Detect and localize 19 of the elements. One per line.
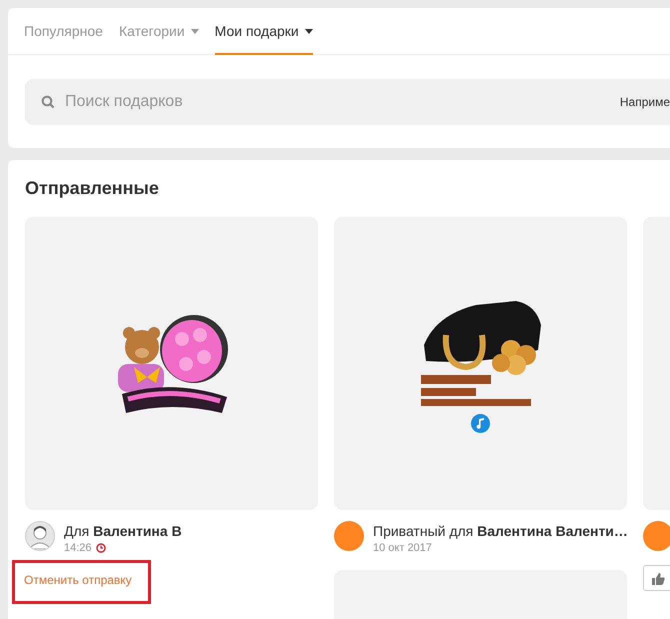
music-note-icon[interactable] [471, 414, 490, 432]
tab[interactable]: Популярное [24, 8, 103, 55]
gift-card-background[interactable] [334, 217, 627, 510]
thumbs-up-icon [651, 572, 665, 584]
search-input[interactable]: Поиск подарков [65, 93, 620, 111]
cancel-sending-link[interactable]: Отменить отправку [24, 573, 132, 587]
timestamp: 14:26 [64, 542, 92, 554]
recipient-name: Для Валентина В [64, 523, 182, 539]
tab[interactable]: Категории [118, 8, 199, 55]
search-hint: Наприме [620, 95, 670, 109]
search-field[interactable]: Поиск подарков Наприме [25, 79, 670, 125]
like-button[interactable] [643, 565, 670, 591]
tab[interactable]: Мои подарки [214, 8, 313, 55]
gift-card-background[interactable] [25, 217, 318, 510]
avatar[interactable] [25, 521, 55, 551]
section-title: Отправленные [25, 178, 160, 199]
search-icon [41, 95, 55, 109]
recipient-name: Приватный для Валентина Валенти… [373, 523, 627, 539]
timestamp: 10 окт 2017 [373, 542, 432, 554]
